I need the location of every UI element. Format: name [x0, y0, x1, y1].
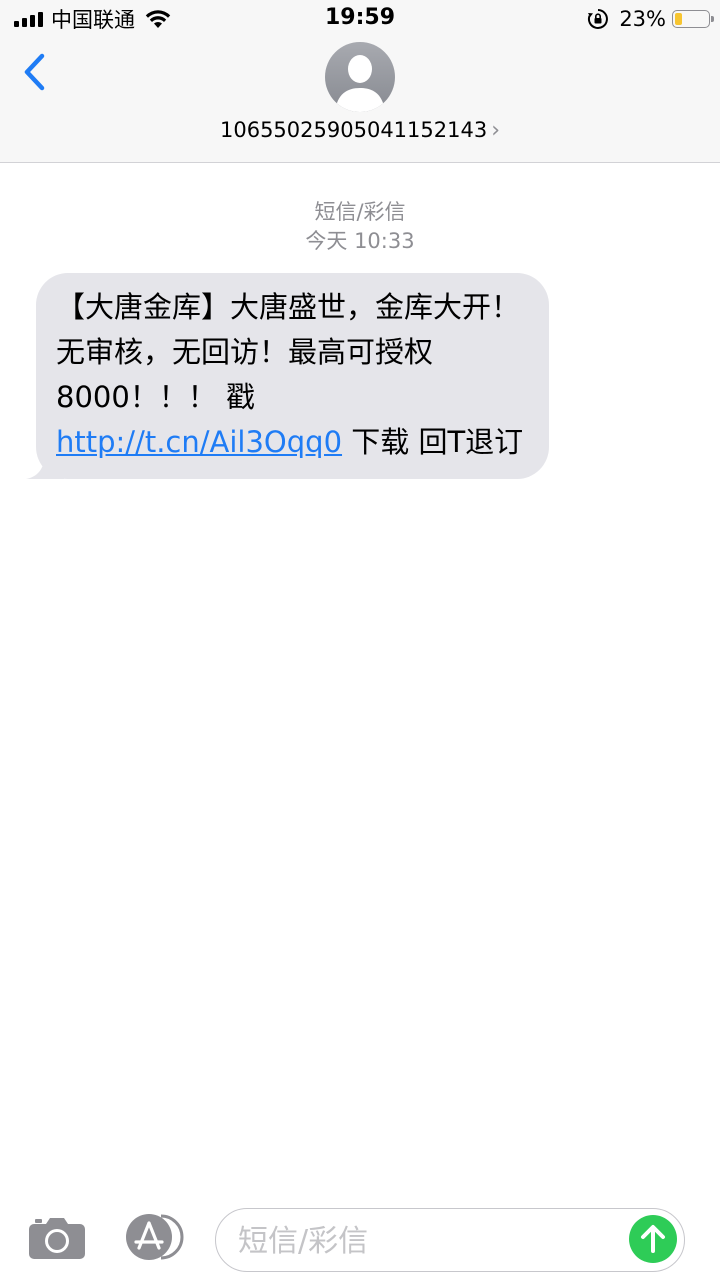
chevron-left-icon[interactable]: [18, 50, 52, 94]
signal-icon: [14, 11, 43, 27]
message-link[interactable]: http://t.cn/Ail3Oqq0: [56, 425, 342, 459]
carrier-name: 中国联通: [51, 8, 135, 32]
send-button[interactable]: [629, 1215, 677, 1263]
message-input-field[interactable]: [215, 1208, 685, 1272]
status-bar: 中国联通 19:59 23%: [0, 0, 720, 38]
message-text-tail: 下载 回T退订: [342, 425, 524, 459]
battery-fill: [675, 13, 683, 25]
person-icon: [335, 55, 385, 112]
battery-percent: 23%: [619, 7, 666, 31]
arrow-up-icon: [641, 1225, 665, 1253]
wifi-icon: [145, 10, 171, 28]
status-bar-right: 23%: [587, 6, 714, 32]
battery-icon: [672, 10, 714, 28]
message-timestamp: 今天 10:33: [305, 229, 415, 253]
contact-number: 10655025905041152143: [219, 118, 488, 142]
message-bubble[interactable]: 【大唐金库】大唐盛世，金库大开！无审核，无回访！最高可授权8000！！！ 戳 h…: [36, 273, 549, 479]
camera-icon[interactable]: [28, 1216, 86, 1260]
contact-avatar[interactable]: [325, 42, 395, 112]
conversation-header: 10655025905041152143 ›: [0, 38, 720, 163]
rotation-lock-icon: [588, 9, 609, 29]
message-text: 【大唐金库】大唐盛世，金库大开！无审核，无回访！最高可授权8000！！！ 戳: [56, 290, 521, 414]
messages-screen: 中国联通 19:59 23% 10655025905041152143 › 短信…: [0, 0, 720, 1280]
message-input[interactable]: [236, 1217, 620, 1265]
contact-info-button[interactable]: 10655025905041152143 ›: [0, 118, 720, 143]
app-store-icon[interactable]: [121, 1214, 185, 1260]
status-bar-left: 中国联通: [14, 6, 171, 32]
message-type-label: 短信/彩信: [314, 200, 406, 224]
compose-bar: [0, 1196, 720, 1280]
chevron-right-icon: ›: [491, 118, 501, 143]
incoming-message: 【大唐金库】大唐盛世，金库大开！无审核，无回访！最高可授权8000！！！ 戳 h…: [24, 273, 549, 479]
